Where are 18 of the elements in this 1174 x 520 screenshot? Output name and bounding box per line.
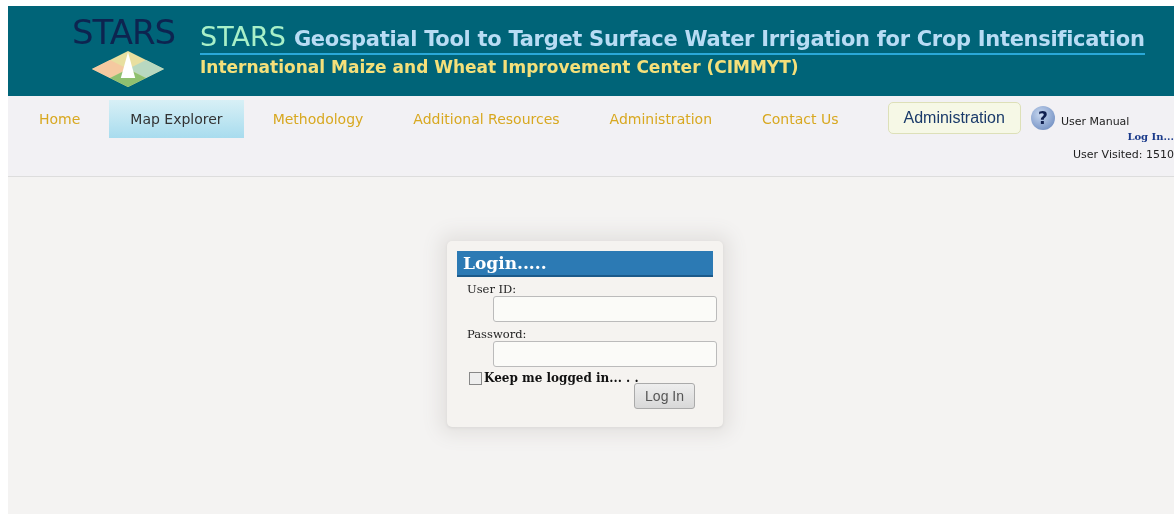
keep-logged-in-label: Keep me logged in... . .	[484, 371, 639, 385]
site-subtitle: International Maize and Wheat Improvement Center (CIMMYT)	[200, 57, 800, 77]
field-label: Password:	[467, 327, 528, 341]
log-in-button[interactable]: Log In	[634, 383, 695, 409]
login-link[interactable]: Log In...	[1127, 131, 1174, 142]
user-manual-link[interactable]: User Manual	[1060, 108, 1130, 128]
checkbox[interactable]	[469, 371, 482, 385]
login-title: Login.....	[457, 251, 713, 277]
visit-counter: User Visited: 1510	[1073, 148, 1174, 161]
administration-button[interactable]: Administration	[887, 102, 1021, 134]
field-label: User ID:	[467, 282, 518, 296]
user-id-field[interactable]	[493, 296, 717, 322]
site-title: Geospatial Tool to Target Surface Water Irrigation for Crop Intensification	[293, 27, 1145, 51]
help-icon[interactable]: ?	[1030, 106, 1055, 130]
nav-link[interactable]: Map Explorer	[109, 100, 244, 138]
password-field[interactable]	[493, 341, 717, 367]
logo-text: STARS	[72, 15, 176, 49]
brand-name: STARS	[200, 21, 286, 52]
